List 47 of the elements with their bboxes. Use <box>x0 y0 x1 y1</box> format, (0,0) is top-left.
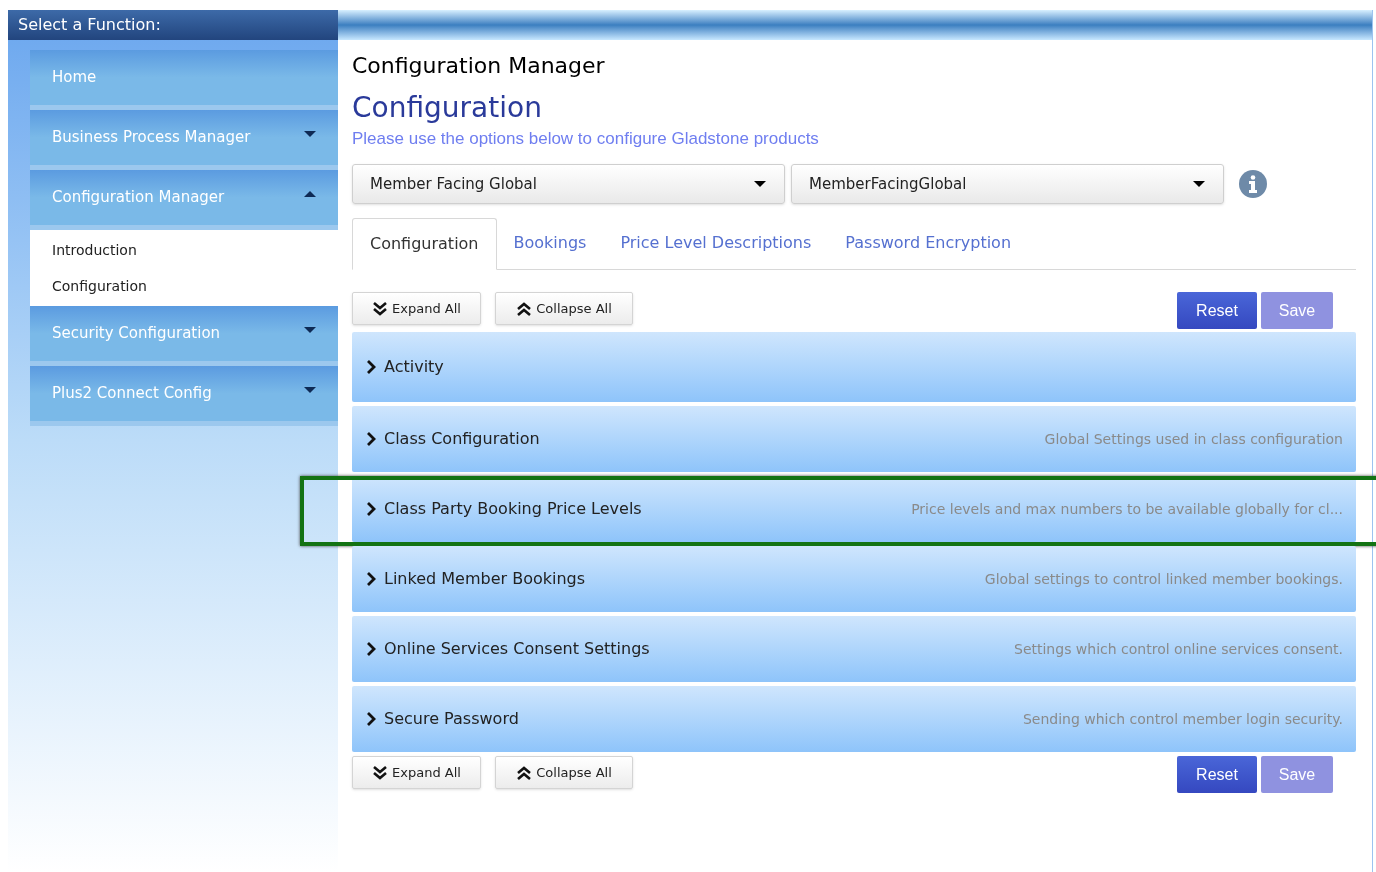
section-title: Class Party Booking Price Levels <box>384 498 642 520</box>
tab[interactable]: Configuration <box>352 218 497 270</box>
section-description: Global settings to control linked member bookings. <box>984 569 1343 589</box>
chevron-right-icon <box>366 712 376 726</box>
section-title: Linked Member Bookings <box>384 568 586 590</box>
chevron-right-icon <box>366 502 376 516</box>
accordion-section[interactable]: Linked Member Bookings Global settings to control linked member bookings. <box>352 546 1356 612</box>
info-icon[interactable] <box>1238 169 1268 199</box>
page-heading: Configuration <box>352 90 543 126</box>
double-chevron-down-icon <box>372 300 389 317</box>
page-subtitle: Please use the options below to configure Gladstone products <box>352 128 820 150</box>
dropdown[interactable]: MemberFacingGlobal <box>791 164 1224 204</box>
section-title: Secure Password <box>384 708 519 730</box>
expand-all-button[interactable]: Expand All <box>352 292 481 325</box>
accordion-section[interactable]: Secure Password Sending which control member login security. <box>352 686 1356 752</box>
caret-icon <box>754 181 766 187</box>
submenu-item[interactable]: Introduction <box>30 232 338 268</box>
section-description: Price levels and max numbers to be available globally for cl... <box>911 499 1343 519</box>
section-title: Online Services Consent Settings <box>384 638 650 660</box>
section-description: Settings which control online services consent. <box>1014 639 1343 659</box>
reset-button[interactable]: Reset <box>1177 292 1257 329</box>
section-title: Activity <box>384 356 444 378</box>
chevron-right-icon <box>366 432 376 446</box>
accordion-section[interactable]: Online Services Consent Settings Settings which control online services consent. <box>352 616 1356 682</box>
accordion-section[interactable]: Activity <box>352 332 1356 402</box>
submenu-item[interactable]: Configuration <box>30 268 338 304</box>
double-chevron-up-icon <box>516 764 533 781</box>
tab[interactable]: Price Level Descriptions <box>603 217 829 269</box>
page-title: Configuration Manager <box>352 52 606 80</box>
tab[interactable]: Password Encryption <box>828 217 1029 269</box>
reset-button[interactable]: Reset <box>1177 756 1257 793</box>
sidebar-title: Select a Function: <box>8 10 338 40</box>
collapse-all-button[interactable]: Collapse All <box>495 292 633 325</box>
collapse-all-button[interactable]: Collapse All <box>495 756 633 789</box>
expand-all-button[interactable]: Expand All <box>352 756 481 789</box>
chevron-right-icon <box>366 360 376 374</box>
section-description: Sending which control member login security. <box>1022 709 1343 729</box>
section-description: Global Settings used in class configuration <box>1044 429 1343 449</box>
chevron-right-icon <box>366 642 376 656</box>
section-title: Class Configuration <box>384 428 540 450</box>
tab[interactable]: Bookings <box>496 217 604 269</box>
double-chevron-up-icon <box>516 300 533 317</box>
caret-icon <box>1193 181 1205 187</box>
double-chevron-down-icon <box>372 764 389 781</box>
chevron-right-icon <box>366 572 376 586</box>
accordion-section[interactable]: Class Configuration Global Settings used in class configuration <box>352 406 1356 472</box>
dropdown[interactable]: Member Facing Global <box>352 164 785 204</box>
